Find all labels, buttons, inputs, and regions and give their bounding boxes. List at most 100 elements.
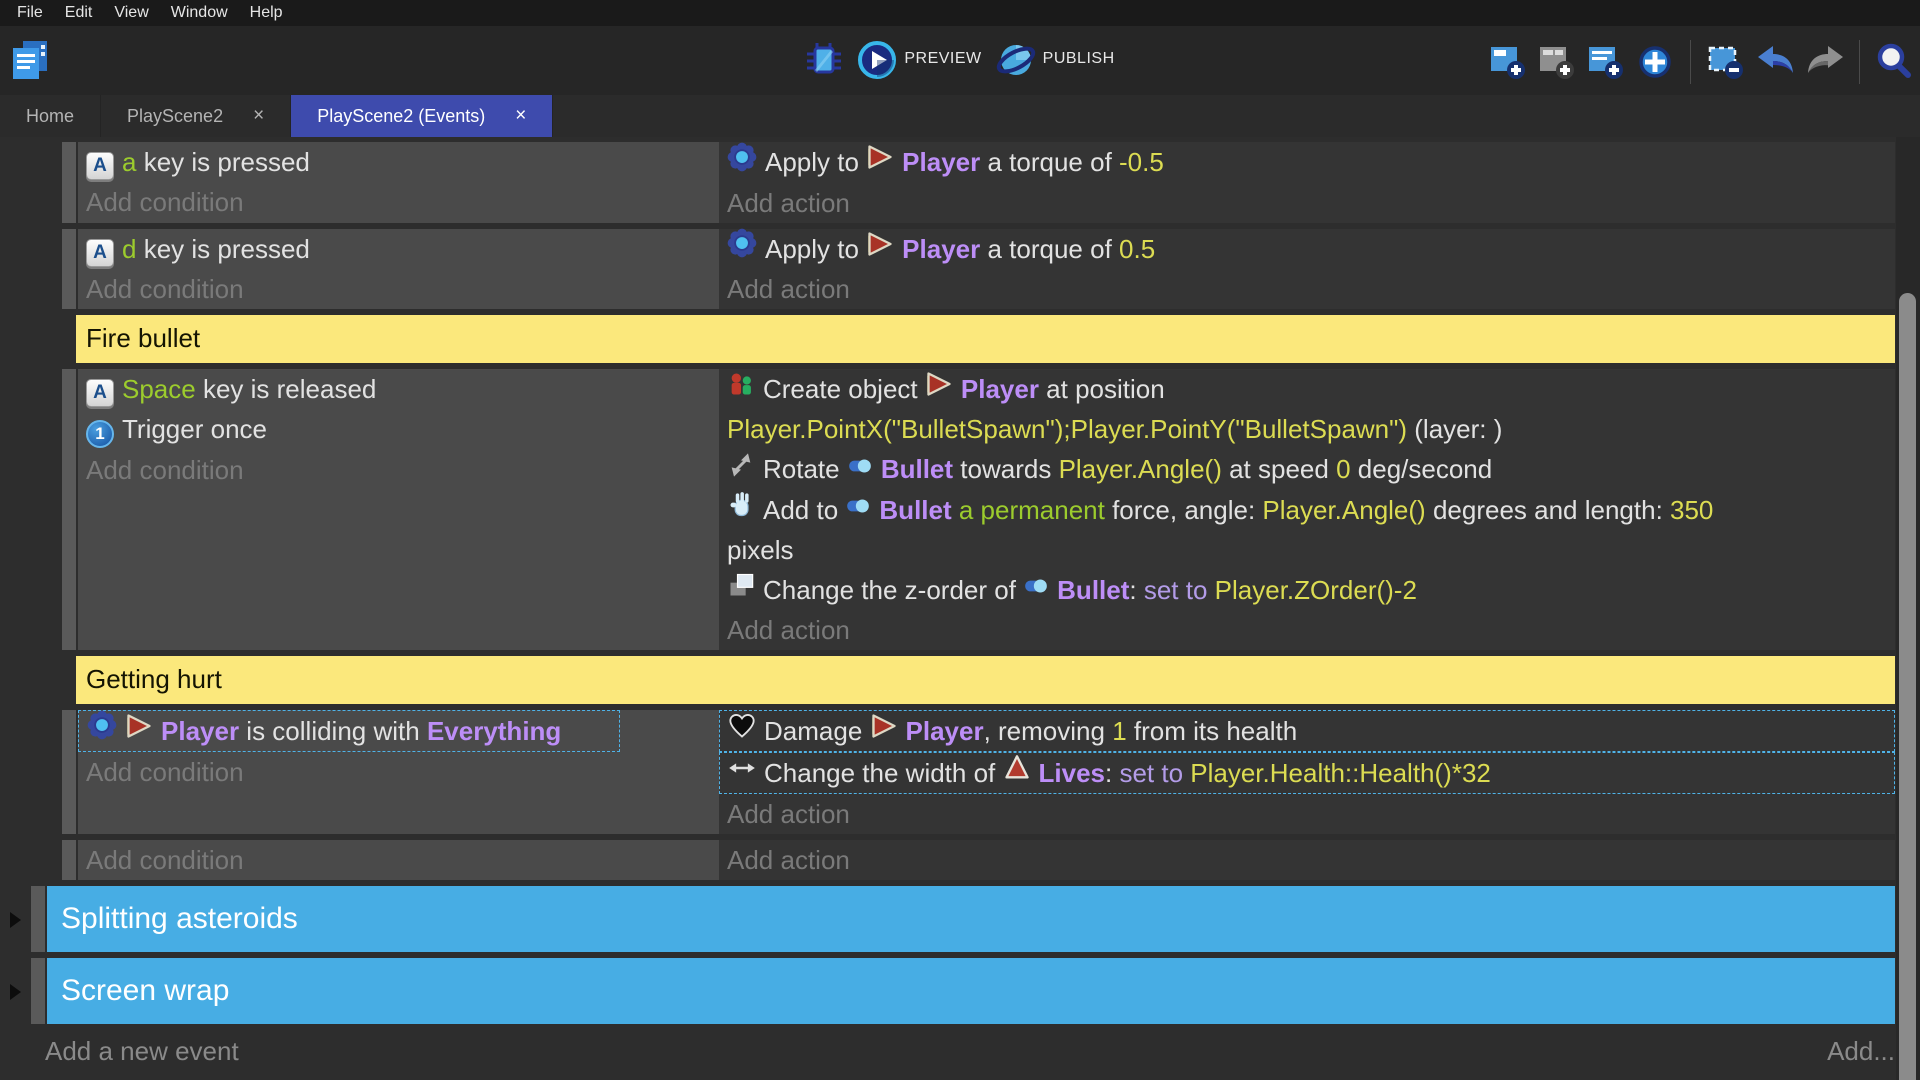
text-segment: force, angle: — [1105, 495, 1263, 525]
condition-instruction[interactable]: Ad key is pressed — [78, 229, 719, 269]
play-circle-icon — [857, 40, 895, 78]
text-segment: 1 — [1112, 716, 1126, 746]
tab-label: PlayScene2 (Events) — [317, 106, 485, 127]
add-condition-link[interactable]: Add condition — [78, 752, 719, 792]
condition-instruction[interactable]: ASpace key is released — [78, 369, 719, 409]
keyboard-icon: A — [86, 142, 114, 182]
tab-bar: Home PlayScene2× PlayScene2 (Events) × — [0, 95, 1920, 137]
text-segment: Space — [122, 374, 196, 404]
group-drag-handle — [31, 958, 45, 1024]
physics-icon — [727, 142, 757, 183]
event-drag-handle — [62, 369, 76, 650]
add-more-link[interactable]: Add... — [1827, 1036, 1895, 1067]
action-instruction[interactable]: Rotate Bullet towards Player.Angle() at … — [719, 449, 1895, 489]
menu-help[interactable]: Help — [239, 0, 294, 26]
text-segment: Damage — [764, 716, 870, 746]
close-tab-icon[interactable]: × — [515, 105, 526, 127]
text-segment: Lives — [1039, 758, 1106, 788]
trigger-once-icon: 1 — [86, 410, 114, 450]
group-drag-handle — [31, 886, 45, 952]
add-condition-link[interactable]: Add condition — [78, 269, 719, 309]
add-action-link[interactable]: Add action — [719, 610, 1895, 650]
bullet-icon — [845, 490, 871, 530]
vertical-scrollbar-track[interactable] — [1896, 137, 1920, 1080]
comment-text[interactable]: Fire bullet — [76, 315, 1895, 363]
text-segment: : — [1129, 575, 1143, 605]
condition-instruction[interactable]: 1Trigger once — [78, 409, 719, 449]
group-collapse-arrow-icon[interactable] — [10, 984, 21, 1000]
conditions-cell: Ad key is pressedAdd condition — [78, 229, 719, 310]
vertical-scrollbar-thumb[interactable] — [1899, 293, 1916, 1080]
text-segment: deg/second — [1351, 454, 1493, 484]
text-segment: Player — [906, 716, 984, 746]
text-segment: : — [1105, 758, 1119, 788]
player-icon — [925, 369, 953, 409]
add-action-link[interactable]: Add action — [719, 183, 1895, 223]
text-segment: Change the width of — [764, 758, 1003, 788]
action-instruction[interactable]: Change the width of Lives: set to Player… — [719, 752, 1895, 794]
conditions-cell: Aa key is pressedAdd condition — [78, 142, 719, 223]
width-icon — [728, 753, 756, 793]
debug-icon[interactable] — [805, 40, 843, 78]
text-segment: set to — [1144, 575, 1208, 605]
add-condition-link[interactable]: Add condition — [78, 840, 719, 880]
group-title[interactable]: Screen wrap — [47, 958, 1895, 1024]
tab-playscene2-events[interactable]: PlayScene2 (Events) × — [291, 95, 553, 137]
group-title[interactable]: Splitting asteroids — [47, 886, 1895, 952]
add-action-link[interactable]: Add action — [719, 794, 1895, 834]
publish-button[interactable]: PUBLISH — [996, 40, 1115, 78]
add-new-icon[interactable] — [1636, 43, 1674, 81]
add-event-icon[interactable] — [1489, 43, 1527, 81]
zorder-icon — [727, 570, 755, 610]
add-new-event-link[interactable]: Add a new event — [45, 1036, 239, 1067]
undo-icon[interactable] — [1756, 43, 1794, 81]
tab-home[interactable]: Home — [0, 95, 101, 137]
comment-text[interactable]: Getting hurt — [76, 656, 1895, 704]
action-instruction[interactable]: Change the z-order of Bullet: set to Pla… — [719, 570, 1895, 610]
close-tab-icon[interactable]: × — [253, 105, 264, 127]
action-instruction[interactable]: Damage Player, removing 1 from its healt… — [719, 710, 1895, 752]
actions-cell: Damage Player, removing 1 from its healt… — [719, 710, 1895, 834]
group-collapse-arrow-icon[interactable] — [10, 912, 21, 928]
add-subevent-icon[interactable] — [1538, 43, 1576, 81]
event-drag-handle — [62, 229, 76, 310]
add-comment-icon[interactable] — [1587, 43, 1625, 81]
menu-window[interactable]: Window — [160, 0, 239, 26]
text-segment: is colliding with — [239, 716, 427, 746]
text-segment: Player.PointX("BulletSpawn");Player.Poin… — [727, 414, 1407, 444]
add-condition-link[interactable]: Add condition — [78, 450, 719, 490]
menu-file[interactable]: File — [6, 0, 54, 26]
preview-button[interactable]: PREVIEW — [857, 40, 981, 78]
action-instruction[interactable]: Create object Player at position Player.… — [719, 369, 1895, 449]
add-action-link[interactable]: Add action — [719, 269, 1895, 309]
actions-cell: Apply to Player a torque of -0.5Add acti… — [719, 142, 1895, 223]
text-segment: Rotate — [763, 454, 847, 484]
menu-view[interactable]: View — [103, 0, 159, 26]
add-action-link[interactable]: Add action — [719, 840, 1895, 880]
condition-instruction[interactable]: Aa key is pressed — [78, 142, 719, 182]
text-segment: 350 — [1670, 495, 1713, 525]
text-segment: key is pressed — [136, 234, 309, 264]
text-segment: pixels — [727, 535, 793, 565]
text-segment: Player.Health::Health()*32 — [1183, 758, 1491, 788]
action-instruction[interactable]: Apply to Player a torque of -0.5 — [719, 142, 1895, 183]
event-row: Add conditionAdd action — [62, 840, 1895, 880]
deselect-icon[interactable] — [1707, 43, 1745, 81]
text-segment — [952, 495, 959, 525]
add-condition-link[interactable]: Add condition — [78, 182, 719, 222]
condition-instruction[interactable]: Player is colliding with Everything — [78, 710, 620, 753]
tab-playscene2[interactable]: PlayScene2× — [101, 95, 291, 137]
text-segment: , removing — [984, 716, 1113, 746]
tab-label: Home — [26, 106, 74, 127]
conditions-cell: Add condition — [78, 840, 719, 880]
conditions-cell: Player is colliding with EverythingAdd c… — [78, 710, 719, 834]
text-segment: Player.Angle() — [1059, 454, 1222, 484]
actions-cell: Create object Player at position Player.… — [719, 369, 1895, 650]
search-icon[interactable] — [1876, 43, 1914, 81]
action-instruction[interactable]: Add to Bullet a permanent force, angle: … — [719, 490, 1895, 570]
redo-icon[interactable] — [1805, 43, 1843, 81]
text-segment: towards — [953, 454, 1059, 484]
text-segment: Player.ZOrder()-2 — [1207, 575, 1417, 605]
menu-edit[interactable]: Edit — [54, 0, 104, 26]
action-instruction[interactable]: Apply to Player a torque of 0.5 — [719, 229, 1895, 270]
